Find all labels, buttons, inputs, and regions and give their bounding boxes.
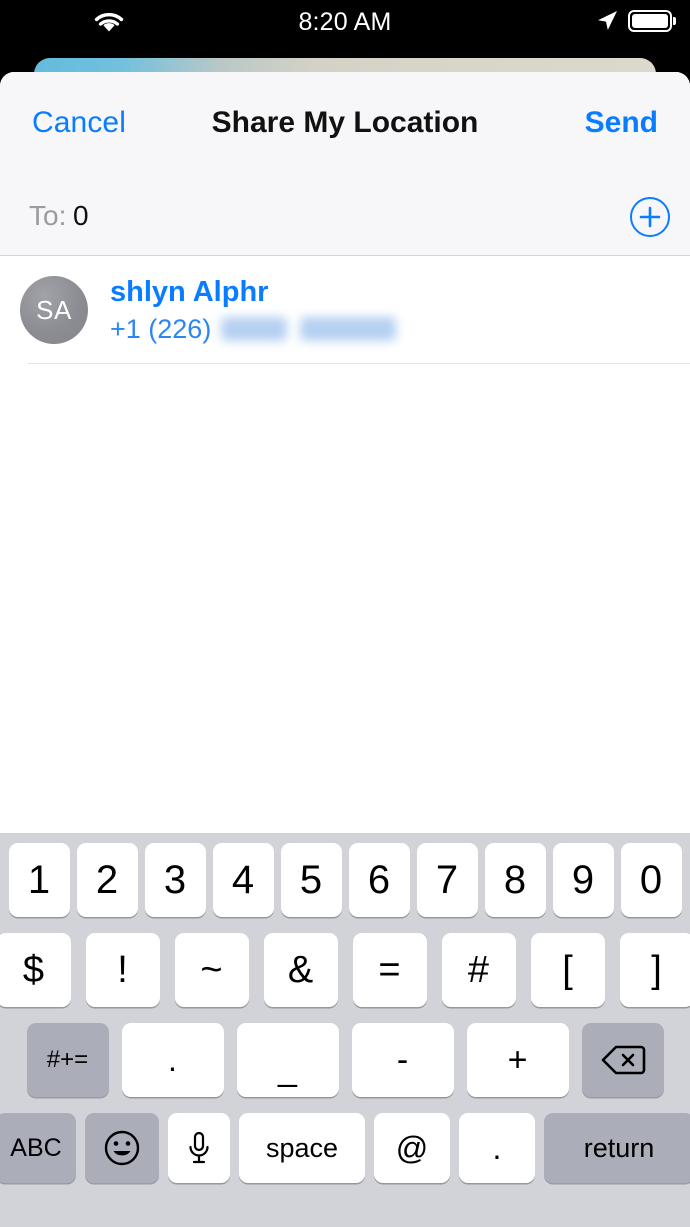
backspace-delete-icon[interactable]: [581, 1023, 664, 1097]
key-0[interactable]: 0: [620, 843, 682, 917]
key-underscore[interactable]: _: [236, 1023, 339, 1097]
contact-name: shlyn Alphr: [110, 276, 269, 309]
key-bracket-close[interactable]: ]: [619, 933, 690, 1007]
key-8[interactable]: 8: [484, 843, 546, 917]
location-arrow-icon: [595, 9, 619, 33]
status-bar-right-cluster: [595, 9, 676, 33]
key-5[interactable]: 5: [280, 843, 342, 917]
share-location-sheet: Cancel Share My Location Send To: 0 SA s: [0, 72, 690, 1227]
key-return[interactable]: return: [544, 1113, 690, 1183]
numeric-keyboard: 1 2 3 4 5 6 7 8 9 0 $ ! ~ & = # [ ] #+= …: [0, 833, 690, 1227]
recipient-field-row[interactable]: To: 0: [0, 178, 690, 256]
list-item[interactable]: SA shlyn Alphr +1 (226): [0, 256, 690, 364]
keyboard-row-digits: 1 2 3 4 5 6 7 8 9 0: [0, 843, 690, 917]
status-bar-time: 8:20 AM: [298, 8, 392, 36]
key-exclamation[interactable]: !: [85, 933, 160, 1007]
key-symbols-toggle[interactable]: #+=: [26, 1023, 109, 1097]
key-period-bottom[interactable]: .: [459, 1113, 535, 1183]
send-button[interactable]: Send: [585, 106, 658, 140]
sheet-nav-bar: Cancel Share My Location Send: [0, 72, 690, 178]
key-bracket-open[interactable]: [: [530, 933, 605, 1007]
key-dollar[interactable]: $: [0, 933, 71, 1007]
keyboard-row-symbols: $ ! ~ & = # [ ]: [0, 933, 690, 1007]
redacted-phone-digits: [221, 317, 397, 342]
key-at[interactable]: @: [374, 1113, 450, 1183]
key-hash[interactable]: #: [441, 933, 516, 1007]
key-plus[interactable]: +: [466, 1023, 569, 1097]
battery-full-icon: [628, 10, 676, 32]
contact-phone-line: +1 (226): [110, 313, 397, 345]
key-equals[interactable]: =: [352, 933, 427, 1007]
keyboard-row-punctuation: #+= . _ - +: [0, 1023, 690, 1097]
microphone-icon[interactable]: [168, 1113, 230, 1183]
avatar: SA: [20, 276, 88, 344]
status-bar: 8:20 AM: [0, 0, 690, 46]
key-6[interactable]: 6: [348, 843, 410, 917]
key-ampersand[interactable]: &: [263, 933, 338, 1007]
key-9[interactable]: 9: [552, 843, 614, 917]
smiley-emoji-icon[interactable]: [85, 1113, 159, 1183]
recipient-input[interactable]: 0: [73, 200, 89, 232]
key-3[interactable]: 3: [144, 843, 206, 917]
plus-icon: [639, 206, 661, 228]
keyboard-row-bottom: ABC space @ . return: [0, 1113, 690, 1183]
key-4[interactable]: 4: [212, 843, 274, 917]
phone-screen: 8:20 AM Cancel Share My Location Send To…: [0, 0, 690, 1227]
key-2[interactable]: 2: [76, 843, 138, 917]
contact-results-list: SA shlyn Alphr +1 (226): [0, 256, 690, 364]
add-contact-button[interactable]: [630, 197, 670, 237]
key-period[interactable]: .: [121, 1023, 224, 1097]
key-7[interactable]: 7: [416, 843, 478, 917]
contact-details: shlyn Alphr +1 (226): [110, 275, 397, 345]
key-abc-toggle[interactable]: ABC: [0, 1113, 76, 1183]
contact-phone: +1 (226): [110, 313, 212, 344]
to-label: To:: [29, 200, 67, 231]
key-hyphen[interactable]: -: [351, 1023, 454, 1097]
key-space[interactable]: space: [239, 1113, 365, 1183]
list-divider: [28, 363, 690, 364]
avatar-initials: SA: [36, 294, 72, 325]
key-tilde[interactable]: ~: [174, 933, 249, 1007]
key-1[interactable]: 1: [8, 843, 70, 917]
